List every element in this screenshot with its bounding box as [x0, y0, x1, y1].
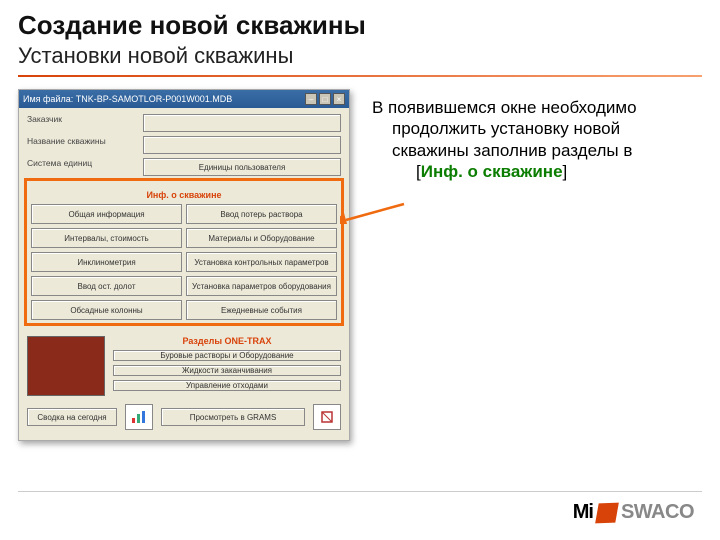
units-button[interactable]: Единицы пользователя: [143, 158, 341, 176]
info-button[interactable]: Материалы и Оборудование: [186, 228, 337, 248]
info-button[interactable]: Ежедневные события: [186, 300, 337, 320]
minimize-icon[interactable]: –: [305, 93, 317, 105]
one-trax-button[interactable]: Буровые растворы и Оборудование: [113, 350, 341, 361]
view-grams-button[interactable]: Просмотреть в GRAMS: [161, 408, 305, 426]
window-title: Имя файла: TNK-BP-SAMOTLOR-P001W001.MDB: [23, 94, 232, 104]
label-customer: Заказчик: [27, 114, 137, 132]
info-button[interactable]: Общая информация: [31, 204, 182, 224]
arrow-icon: [340, 200, 410, 224]
divider: [18, 75, 702, 77]
info-button[interactable]: Установка контрольных параметров: [186, 252, 337, 272]
section-well-info: Инф. о скважине: [31, 190, 337, 200]
info-button[interactable]: Инклинометрия: [31, 252, 182, 272]
page-subtitle: Установки новой скважины: [18, 43, 702, 69]
highlight-box: Инф. о скважине Общая информация Ввод по…: [24, 178, 344, 326]
info-button[interactable]: Ввод потерь раствора: [186, 204, 337, 224]
window-titlebar: Имя файла: TNK-BP-SAMOTLOR-P001W001.MDB …: [19, 90, 349, 108]
info-button[interactable]: Установка параметров оборудования: [186, 276, 337, 296]
miswaco-logo: MiSWACO: [573, 501, 694, 524]
section-one-trax: Разделы ONE-TRAX: [113, 336, 341, 346]
maximize-icon[interactable]: □: [319, 93, 331, 105]
link-text: Инф. о скважине: [421, 162, 563, 181]
one-trax-button[interactable]: Жидкости заканчивания: [113, 365, 341, 376]
page-title: Создание новой скважины: [18, 10, 702, 41]
footer-divider: [18, 491, 702, 492]
explanation-text: В появившемся окне необходимо продолжить…: [372, 89, 702, 441]
app-screenshot: Имя файла: TNK-BP-SAMOTLOR-P001W001.MDB …: [18, 89, 350, 441]
info-button[interactable]: Обсадные колонны: [31, 300, 182, 320]
tool-icon[interactable]: [313, 404, 341, 430]
chart-icon[interactable]: [125, 404, 153, 430]
label-units: Система единиц: [27, 158, 137, 176]
field-wellname[interactable]: [143, 136, 341, 154]
info-button[interactable]: Интервалы, стоимость: [31, 228, 182, 248]
field-customer[interactable]: [143, 114, 341, 132]
label-wellname: Название скважины: [27, 136, 137, 154]
close-icon[interactable]: ×: [333, 93, 345, 105]
one-trax-button[interactable]: Управление отходами: [113, 380, 341, 391]
summary-button[interactable]: Сводка на сегодня: [27, 408, 117, 426]
rig-photo: [27, 336, 105, 396]
info-button[interactable]: Ввод ост. долот: [31, 276, 182, 296]
